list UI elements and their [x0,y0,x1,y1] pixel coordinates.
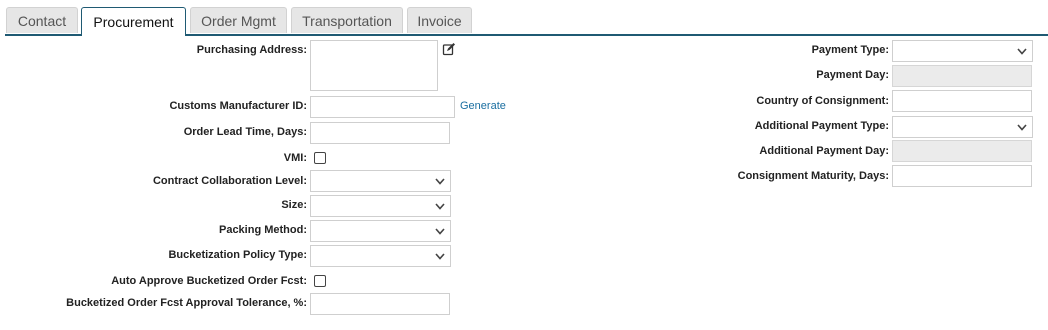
tab-order-mgmt[interactable]: Order Mgmt [190,7,287,33]
tab-invoice[interactable]: Invoice [407,7,472,33]
additional-payment-day-input [892,140,1032,162]
chevron-down-icon [430,171,450,191]
tab-contact[interactable]: Contact [6,7,78,33]
approval-tolerance-label: Bucketized Order Fcst Approval Tolerance… [66,297,307,309]
packing-method-select[interactable] [310,220,451,242]
tab-procurement[interactable]: Procurement [81,7,186,36]
tab-bar: Contact Procurement Order Mgmt Transport… [0,0,1048,36]
purchasing-address-textarea[interactable] [310,40,438,91]
tab-label: Procurement [93,14,174,30]
auto-approve-checkbox[interactable] [314,275,326,287]
contract-collaboration-level-label: Contract Collaboration Level: [152,175,307,187]
bucketization-policy-type-select[interactable] [310,245,451,267]
chevron-down-icon [430,221,450,241]
chevron-down-icon [1012,117,1032,137]
approval-tolerance-input[interactable] [310,293,450,315]
payment-day-input [892,65,1032,87]
additional-payment-type-label: Additional Payment Type: [754,120,889,132]
customs-manufacturer-id-label: Customs Manufacturer ID: [169,100,307,112]
packing-method-label: Packing Method: [218,224,307,236]
tab-label: Transportation [302,12,392,29]
tab-label: Order Mgmt [201,12,276,29]
chevron-down-icon [430,246,450,266]
consignment-maturity-label: Consignment Maturity, Days: [737,170,889,182]
payment-type-select[interactable] [892,40,1033,62]
size-label: Size: [281,199,307,211]
chevron-down-icon [430,196,450,216]
bucketization-policy-type-label: Bucketization Policy Type: [168,249,307,261]
order-lead-time-label: Order Lead Time, Days: [183,126,307,138]
chevron-down-icon [1012,41,1032,61]
additional-payment-type-select[interactable] [892,116,1033,138]
edit-icon[interactable] [442,42,456,56]
auto-approve-label: Auto Approve Bucketized Order Fcst: [111,275,307,287]
generate-link[interactable]: Generate [460,100,506,112]
customs-manufacturer-id-input[interactable] [310,96,455,118]
vmi-checkbox[interactable] [314,152,326,164]
country-of-consignment-input[interactable] [892,90,1032,112]
purchasing-address-label: Purchasing Address: [196,44,307,56]
country-of-consignment-label: Country of Consignment: [756,95,889,107]
tab-transportation[interactable]: Transportation [291,7,403,33]
size-select[interactable] [310,195,451,217]
tab-label: Invoice [417,12,462,29]
payment-type-label: Payment Type: [811,44,889,56]
vmi-label: VMI: [283,152,307,164]
payment-day-label: Payment Day: [816,69,889,81]
contract-collaboration-level-select[interactable] [310,170,451,192]
additional-payment-day-label: Additional Payment Day: [759,145,889,157]
tab-label: Contact [17,12,67,29]
order-lead-time-input[interactable] [310,122,450,144]
consignment-maturity-input[interactable] [892,165,1032,187]
